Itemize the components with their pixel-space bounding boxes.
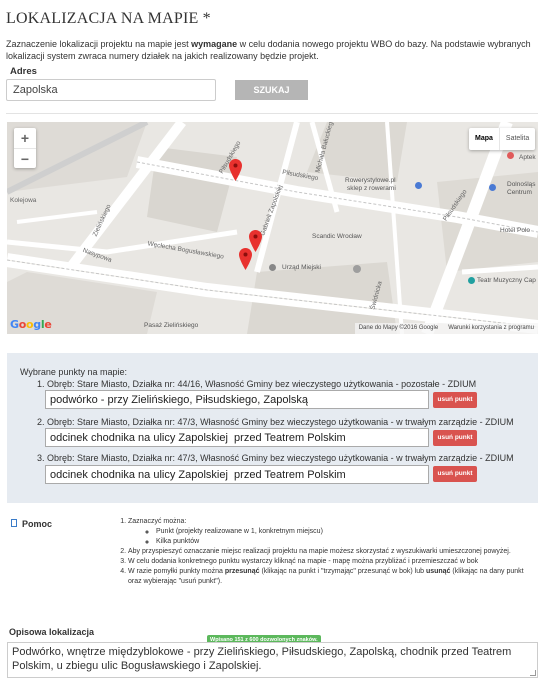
street-label-kolejowa: Kolejowa (10, 197, 37, 204)
resize-handle-icon[interactable] (530, 670, 536, 676)
map-type-map[interactable]: Mapa (469, 128, 499, 150)
help-list: Zaznaczyć można: Punkt (projekty realizo… (118, 517, 528, 587)
remove-point-button[interactable]: usuń punkt (433, 392, 477, 408)
pharmacy-poi-icon (507, 152, 514, 159)
remove-point-button[interactable]: usuń punkt (433, 466, 477, 482)
zoom-out-icon[interactable]: − (14, 148, 36, 168)
map-label-pasaz: Pasaż Zielińskiego (144, 322, 199, 329)
map-type-satellite[interactable]: Satelita (498, 128, 535, 150)
map-label-apteka: Aptek (519, 154, 536, 161)
point-description: 1. Obręb: Stare Miasto, Działka nr: 44/1… (37, 379, 477, 389)
point-name-input[interactable] (45, 465, 429, 484)
map-type-control: Mapa Satelita (469, 128, 536, 150)
help-label: Pomoc (22, 519, 53, 529)
map-footer: Dane do Mapy ©2016 Google Warunki korzys… (354, 323, 538, 334)
point-name-input[interactable] (45, 390, 429, 409)
zoom-in-icon[interactable]: + (14, 128, 36, 148)
shop-poi-icon (415, 182, 422, 189)
description-textarea[interactable]: Podwórko, wnętrze międzyblokowe - przy Z… (7, 642, 538, 678)
help-subitem: Kilka punktów (156, 537, 528, 547)
map-label-urzad: Urząd Miejski (282, 264, 322, 271)
map-label-teatr: Teatr Muzyczny Cap (477, 277, 536, 284)
selected-points-panel: Wybrane punkty na mapie: 1. Obręb: Stare… (7, 353, 538, 503)
map[interactable]: + − Mapa Satelita Rowerystylowe.pl sklep… (7, 122, 538, 334)
map-data-credit: Dane do Mapy ©2016 Google (358, 325, 439, 331)
map-label-rowerystylowe: Rowerystylowe.pl (345, 177, 396, 184)
google-logo: Google (10, 318, 52, 331)
point-description: 3. Obręb: Stare Miasto, Działka nr: 47/3… (37, 453, 514, 463)
map-terms-link[interactable]: Warunki korzystania z programu (448, 323, 534, 334)
selected-points-title: Wybrane punkty na mapie: (20, 367, 127, 377)
map-background (7, 122, 538, 334)
theater-poi-icon (468, 277, 475, 284)
zoom-control: + − (14, 128, 36, 168)
map-marker-icon[interactable] (239, 248, 252, 270)
help-icon (11, 519, 17, 527)
section-intro: Zaznaczenie lokalizacji projektu na mapi… (6, 39, 531, 61)
map-label-rowerystylowe-2: sklep z rowerami (347, 185, 396, 192)
map-marker-icon[interactable] (229, 159, 242, 181)
address-label: Adres (10, 66, 37, 77)
remove-point-button[interactable]: usuń punkt (433, 430, 477, 446)
search-button[interactable]: SZUKAJ (235, 80, 308, 100)
map-label-scandic: Scandic Wrocław (312, 233, 362, 240)
help-item: Aby przyspieszyć oznaczanie miejsc reali… (128, 547, 528, 557)
point-name-input[interactable] (45, 428, 429, 447)
help-item: Zaznaczyć można: Punkt (projekty realizo… (128, 517, 528, 547)
help-item: W celu dodania konkretnego punktu wystar… (128, 557, 528, 567)
section-title: LOKALIZACJA NA MAPIE * (6, 10, 211, 27)
map-label-hotel: Hotel Polo (500, 227, 530, 234)
point-description: 2. Obręb: Stare Miasto, Działka nr: 47/3… (37, 417, 514, 427)
address-input[interactable] (6, 79, 216, 101)
map-label-centrum: Centrum (507, 189, 532, 196)
divider (6, 113, 538, 114)
description-label: Opisowa lokalizacja (9, 627, 95, 637)
map-label-dolnoslaska: Dolnośląs (507, 181, 536, 188)
shop-poi-icon (489, 184, 496, 191)
help-subitem: Punkt (projekty realizowane w 1, konkret… (156, 527, 528, 537)
building-poi-icon (269, 264, 276, 271)
help-item: W razie pomyłki punkty można przesunąć (… (128, 567, 528, 587)
